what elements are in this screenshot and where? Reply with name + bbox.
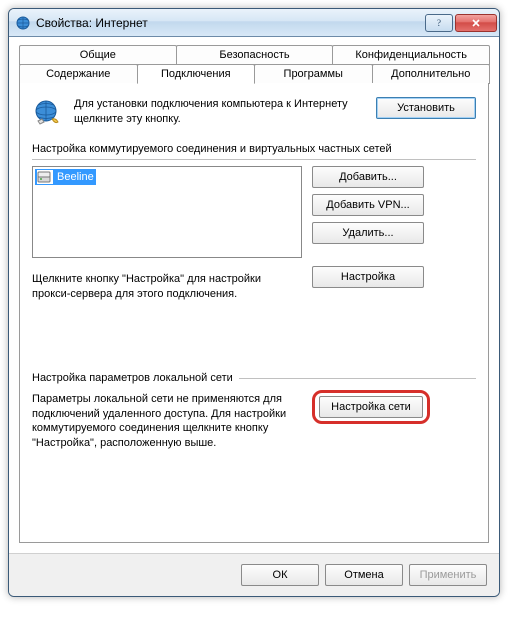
connections-listbox[interactable]: Beeline [32,166,302,258]
add-vpn-button[interactable]: Добавить VPN... [312,194,424,216]
window-title: Свойства: Интернет [36,16,423,30]
tab-privacy[interactable]: Конфиденциальность [332,45,490,65]
svg-text:?: ? [437,18,441,28]
setup-text: Для установки подключения компьютера к И… [74,97,366,127]
client-area: Общие Безопасность Конфиденциальность Со… [9,37,499,553]
lan-hint-text: Параметры локальной сети не применяются … [32,392,302,451]
tab-content[interactable]: Содержание [19,64,138,84]
list-item-label: Beeline [57,171,94,183]
dialup-settings-button[interactable]: Настройка [312,266,424,288]
tab-security[interactable]: Безопасность [176,45,334,65]
globe-connect-icon [32,97,64,129]
add-button[interactable]: Добавить... [312,166,424,188]
remove-button[interactable]: Удалить... [312,222,424,244]
internet-options-icon [15,15,31,31]
tab-row-1: Общие Безопасность Конфиденциальность [19,45,489,65]
close-button[interactable] [455,14,497,32]
tab-general[interactable]: Общие [19,45,177,65]
lan-settings-highlight: Настройка сети [312,390,430,424]
tab-row-2: Содержание Подключения Программы Дополни… [19,64,489,84]
apply-button[interactable]: Применить [409,564,487,586]
list-item[interactable]: Beeline [35,169,96,185]
tab-connections[interactable]: Подключения [137,64,256,84]
setup-button[interactable]: Установить [376,97,476,119]
titlebar[interactable]: Свойства: Интернет ? [9,9,499,37]
cancel-button[interactable]: Отмена [325,564,403,586]
connections-tab-page: Для установки подключения компьютера к И… [19,83,489,543]
tab-advanced[interactable]: Дополнительно [372,64,491,84]
proxy-hint-text: Щелкните кнопку "Настройка" для настройк… [32,272,302,302]
tab-programs[interactable]: Программы [254,64,373,84]
dialup-group-label: Настройка коммутируемого соединения и ви… [32,143,392,155]
internet-options-window: Свойства: Интернет ? Общие Безопасность … [8,8,500,597]
lan-group-label: Настройка параметров локальной сети [32,372,233,384]
help-button[interactable]: ? [425,14,453,32]
ok-button[interactable]: ОК [241,564,319,586]
lan-settings-button[interactable]: Настройка сети [319,396,423,418]
dialog-buttons: ОК Отмена Применить [9,553,499,596]
modem-icon [37,170,53,184]
